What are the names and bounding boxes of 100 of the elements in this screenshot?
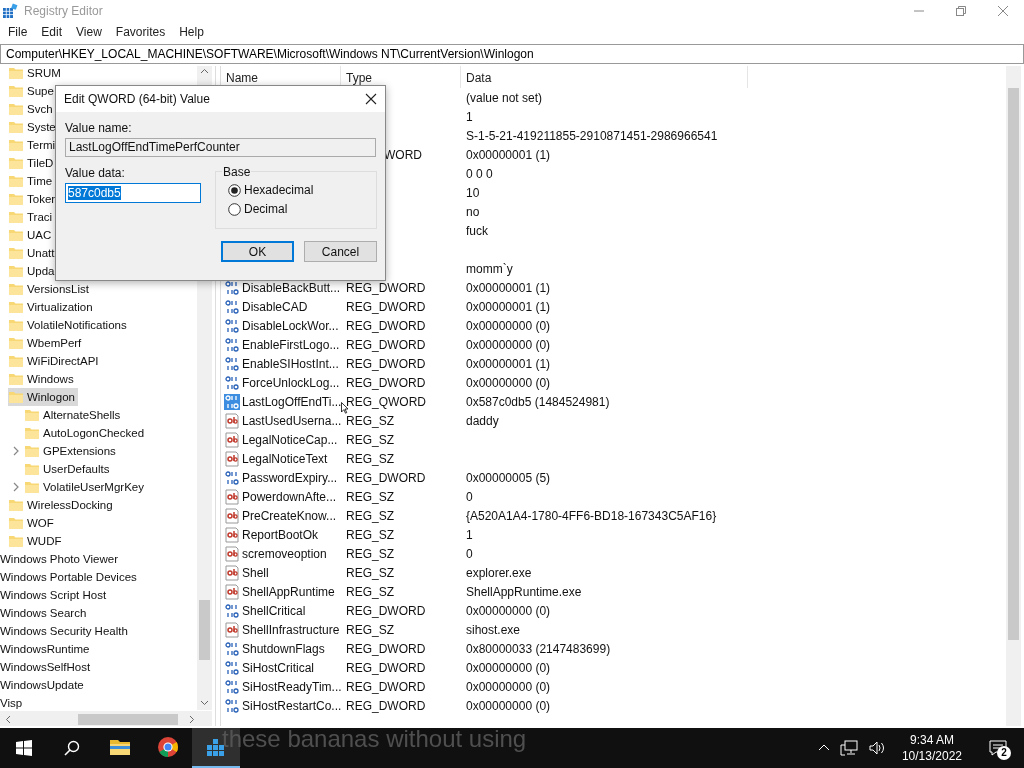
- tree-item[interactable]: WindowsSelfHost: [0, 659, 94, 675]
- tree-item[interactable]: AlternateShells: [24, 407, 124, 423]
- value-name[interactable]: PowerdownAfte...: [242, 489, 337, 504]
- value-name[interactable]: LastUsedUserna...: [242, 413, 342, 428]
- tree-item[interactable]: Termi: [8, 137, 59, 153]
- value-name-field[interactable]: LastLogOffEndTimePerfCounter: [65, 138, 376, 157]
- radio-option[interactable]: Decimal: [228, 202, 288, 216]
- value-name[interactable]: scremoveoption: [242, 546, 327, 561]
- close-icon[interactable]: [365, 93, 377, 105]
- value-name[interactable]: EnableFirstLogo...: [242, 337, 340, 352]
- value-name[interactable]: LegalNoticeCap...: [242, 432, 338, 447]
- value-name[interactable]: ShellAppRuntime: [242, 584, 335, 599]
- tree-item[interactable]: Svch: [8, 101, 56, 117]
- folder-icon: [8, 389, 24, 405]
- tree-item[interactable]: Windows Photo Viewer: [0, 551, 122, 567]
- notifications-button[interactable]: 2: [978, 728, 1018, 768]
- radio-icon[interactable]: [228, 183, 241, 197]
- value-name[interactable]: EnableSIHostInt...: [242, 356, 339, 371]
- scroll-thumb[interactable]: [78, 714, 178, 725]
- folder-icon: [8, 209, 24, 225]
- network-icon[interactable]: [839, 740, 858, 756]
- tree-item[interactable]: GPExtensions: [24, 443, 119, 459]
- tree-item[interactable]: Syste: [8, 119, 59, 135]
- folder-icon: [8, 497, 24, 513]
- tree-item[interactable]: WindowsRuntime: [0, 641, 93, 657]
- value-name[interactable]: LegalNoticeText: [242, 451, 328, 466]
- value-data: 0x00000001 (1): [466, 299, 551, 314]
- cancel-button[interactable]: Cancel: [304, 241, 377, 262]
- tree-item[interactable]: Windows: [8, 371, 77, 387]
- tree-item[interactable]: AutoLogonChecked: [24, 425, 148, 441]
- value-name[interactable]: ShellInfrastructure: [242, 622, 340, 637]
- tree-item[interactable]: Upda: [8, 263, 58, 279]
- tree-item[interactable]: Windows Script Host: [0, 587, 110, 603]
- value-name[interactable]: SiHostRestartCo...: [242, 698, 342, 713]
- tree-item[interactable]: Supe: [8, 83, 57, 99]
- value-name[interactable]: SiHostCritical: [242, 660, 314, 675]
- menu-item[interactable]: Help: [172, 25, 211, 39]
- menu-item[interactable]: Favorites: [108, 25, 173, 39]
- column-header[interactable]: Data: [461, 66, 748, 88]
- tree-item[interactable]: TileD: [8, 155, 57, 171]
- scroll-thumb[interactable]: [1008, 88, 1019, 640]
- value-name[interactable]: ShutdownFlags: [242, 641, 325, 656]
- tree-item[interactable]: WiFiDirectAPI: [8, 353, 102, 369]
- value-data: 10: [466, 185, 480, 200]
- tree-item[interactable]: Virtualization: [8, 299, 96, 315]
- folder-icon: [8, 371, 24, 387]
- field-label: Value data:: [65, 166, 126, 180]
- radio-icon[interactable]: [228, 202, 241, 216]
- value-data: 0x00000000 (0): [466, 660, 551, 675]
- value-name[interactable]: Shell: [242, 565, 269, 580]
- tree-item[interactable]: SRUM: [8, 66, 64, 81]
- vertical-scrollbar[interactable]: [1006, 66, 1021, 726]
- folder-icon: [8, 335, 24, 351]
- tree-item[interactable]: Windows Search: [0, 605, 90, 621]
- value-name[interactable]: PreCreateKnow...: [242, 508, 337, 523]
- menu-item[interactable]: Edit: [34, 25, 70, 39]
- value-name[interactable]: ForceUnlockLog...: [242, 375, 340, 390]
- tree-item[interactable]: UserDefaults: [24, 461, 113, 477]
- value-name[interactable]: LastLogOffEndTi...: [242, 394, 342, 409]
- folder-icon: [8, 227, 24, 243]
- volume-icon[interactable]: [867, 740, 886, 756]
- address-bar[interactable]: Computer\HKEY_LOCAL_MACHINE\SOFTWARE\Microsoft\Windows NT\CurrentVersion\Winlogon: [0, 44, 1024, 64]
- tree-item[interactable]: Toker: [8, 191, 59, 207]
- value-name[interactable]: DisableBackButt...: [242, 280, 341, 295]
- tree-item[interactable]: VolatileUserMgrKey: [24, 479, 147, 495]
- clock[interactable]: 9:34 AM 10/13/2022: [895, 732, 968, 764]
- horizontal-scrollbar[interactable]: [0, 711, 212, 726]
- menu-item[interactable]: File: [1, 25, 35, 39]
- tree-item[interactable]: Windows Portable Devices: [0, 569, 140, 585]
- tree-item[interactable]: WirelessDocking: [8, 497, 116, 513]
- scroll-thumb[interactable]: [199, 600, 210, 660]
- tree-item[interactable]: Unatt: [8, 245, 58, 261]
- ok-button[interactable]: OK: [221, 241, 294, 262]
- value-type: REG_SZ: [346, 451, 394, 466]
- tree-item[interactable]: VersionsList: [8, 281, 92, 297]
- restore-icon[interactable]: [955, 5, 967, 17]
- value-name[interactable]: PasswordExpiry...: [242, 470, 338, 485]
- value-name[interactable]: DisableLockWor...: [242, 318, 339, 333]
- tree-item[interactable]: WindowsUpdate: [0, 677, 87, 693]
- tree-item[interactable]: VolatileNotifications: [8, 317, 130, 333]
- folder-icon: [8, 119, 24, 135]
- tree-item[interactable]: WOF: [8, 515, 57, 531]
- tree-item[interactable]: WbemPerf: [8, 335, 85, 351]
- value-name[interactable]: ShellCritical: [242, 603, 306, 618]
- tree-item[interactable]: Traci: [8, 209, 56, 225]
- value-name[interactable]: ReportBootOk: [242, 527, 319, 542]
- tree-item[interactable]: Time: [8, 173, 56, 189]
- value-data-field[interactable]: 587c0db5: [65, 183, 201, 203]
- tree-item[interactable]: WUDF: [8, 533, 65, 549]
- value-name[interactable]: DisableCAD: [242, 299, 308, 314]
- tree-item[interactable]: Winlogon: [8, 388, 78, 406]
- tree-item[interactable]: Windows Security Health: [0, 623, 131, 639]
- value-data: 0x00000005 (5): [466, 470, 551, 485]
- value-data: 0x00000001 (1): [466, 356, 551, 371]
- menu-item[interactable]: View: [69, 25, 109, 39]
- tree-item[interactable]: Visp: [0, 695, 26, 711]
- tree-item[interactable]: UAC: [8, 227, 55, 243]
- folder-icon: [8, 101, 24, 117]
- value-name[interactable]: SiHostReadyTim...: [242, 679, 342, 694]
- radio-option[interactable]: Hexadecimal: [228, 183, 314, 197]
